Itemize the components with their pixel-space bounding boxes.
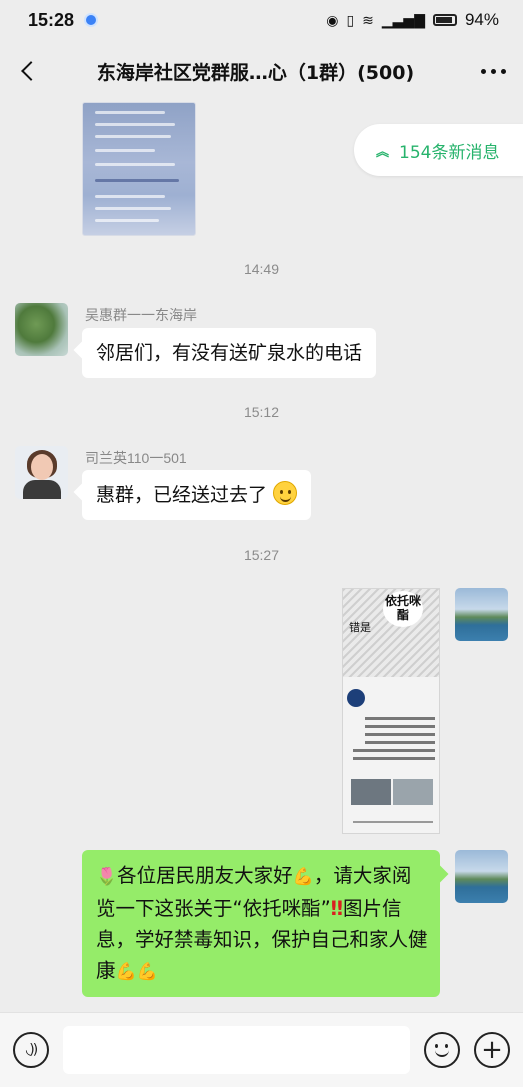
message-text: 邻居们，有没有送矿泉水的电话 bbox=[96, 342, 363, 364]
timestamp: 15:12 bbox=[243, 404, 280, 420]
more-functions-button[interactable]: + bbox=[474, 1032, 510, 1068]
more-options-button[interactable] bbox=[463, 40, 523, 102]
timestamp: 14:49 bbox=[243, 261, 280, 277]
plus-icon: + bbox=[481, 1035, 503, 1065]
exclamation-emoji-icon: ‼ bbox=[330, 897, 343, 920]
battery-percent: 94% bbox=[464, 10, 499, 29]
more-dot-icon bbox=[500, 68, 506, 74]
photo-thumbnail bbox=[351, 779, 391, 805]
tree-avatar[interactable] bbox=[15, 303, 68, 356]
chevron-left-icon bbox=[21, 61, 41, 81]
status-bar: 15:28 ◉ ▯ ≋ ▁▃▅▇ 94% bbox=[0, 0, 523, 40]
input-bar: ◟)) + bbox=[0, 1012, 523, 1087]
battery-icon bbox=[432, 14, 457, 26]
more-dot-icon bbox=[490, 68, 496, 74]
message-text: 惠群，已经送过去了 bbox=[96, 484, 268, 506]
new-messages-label: 154条新消息 bbox=[399, 142, 500, 163]
chat-header: 东海岸社区党群服…心（1群）(500) bbox=[0, 40, 523, 102]
back-button[interactable] bbox=[0, 40, 54, 102]
photo-thumbnail bbox=[393, 779, 433, 805]
voice-button[interactable]: ◟)) bbox=[13, 1032, 49, 1068]
comic-side-text: 错是 bbox=[349, 621, 371, 634]
image-message-thumbnail[interactable] bbox=[82, 102, 196, 236]
message-input[interactable] bbox=[63, 1026, 410, 1074]
seaside-avatar[interactable] bbox=[455, 850, 508, 903]
more-dot-icon bbox=[480, 68, 486, 74]
message-bubble[interactable]: 邻居们，有没有送矿泉水的电话 bbox=[82, 328, 377, 378]
woman-avatar[interactable] bbox=[15, 446, 68, 499]
chat-area[interactable]: ︽ 154条新消息 14:49 吴惠群一一东海岸 邻居们，有没有送矿泉水的电话 … bbox=[0, 102, 523, 1012]
status-left: 15:28 bbox=[28, 9, 99, 31]
arm-emoji-icon: 💪 bbox=[292, 867, 314, 887]
new-messages-button[interactable]: ︽ 154条新消息 bbox=[354, 124, 523, 176]
status-right: ◉ ▯ ≋ ▁▃▅▇ 94% bbox=[326, 10, 499, 30]
timestamp: 15:27 bbox=[243, 547, 280, 563]
comic-title: 依托咪酯 bbox=[383, 591, 423, 627]
smile-emoji-icon bbox=[273, 481, 298, 505]
wifi-icon: ≋ bbox=[362, 11, 374, 28]
voice-icon: ◟)) bbox=[25, 1042, 38, 1058]
seaside-avatar[interactable] bbox=[455, 588, 508, 641]
vibrate-icon: ▯ bbox=[346, 11, 355, 28]
tulip-emoji-icon: 🌷 bbox=[96, 867, 118, 887]
badge-icon bbox=[347, 689, 365, 707]
message-bubble[interactable]: 🌷各位居民朋友大家好💪，请大家阅览一下这张关于“依托咪酯”‼图片信息，学好禁毒知… bbox=[82, 850, 440, 997]
muscle-emoji-icon: 💪💪 bbox=[115, 962, 158, 982]
app-notification-icon bbox=[84, 13, 99, 27]
message-text: 各位居民朋友大家好 bbox=[117, 864, 293, 887]
sender-name: 吴惠群一一东海岸 bbox=[85, 307, 197, 323]
status-time: 15:28 bbox=[28, 9, 75, 30]
emoji-face-icon bbox=[435, 1044, 438, 1048]
emoji-button[interactable] bbox=[424, 1032, 460, 1068]
eye-icon: ◉ bbox=[326, 11, 339, 28]
message-bubble[interactable]: 惠群，已经送过去了 bbox=[82, 470, 312, 520]
image-message[interactable]: 依托咪酯 错是 bbox=[342, 588, 440, 834]
double-chevron-up-icon: ︽ bbox=[376, 144, 390, 160]
signal-icon: ▁▃▅▇ bbox=[381, 11, 425, 28]
chat-title: 东海岸社区党群服…心（1群）(500) bbox=[96, 61, 415, 84]
sender-name: 司兰英110一501 bbox=[85, 450, 187, 466]
